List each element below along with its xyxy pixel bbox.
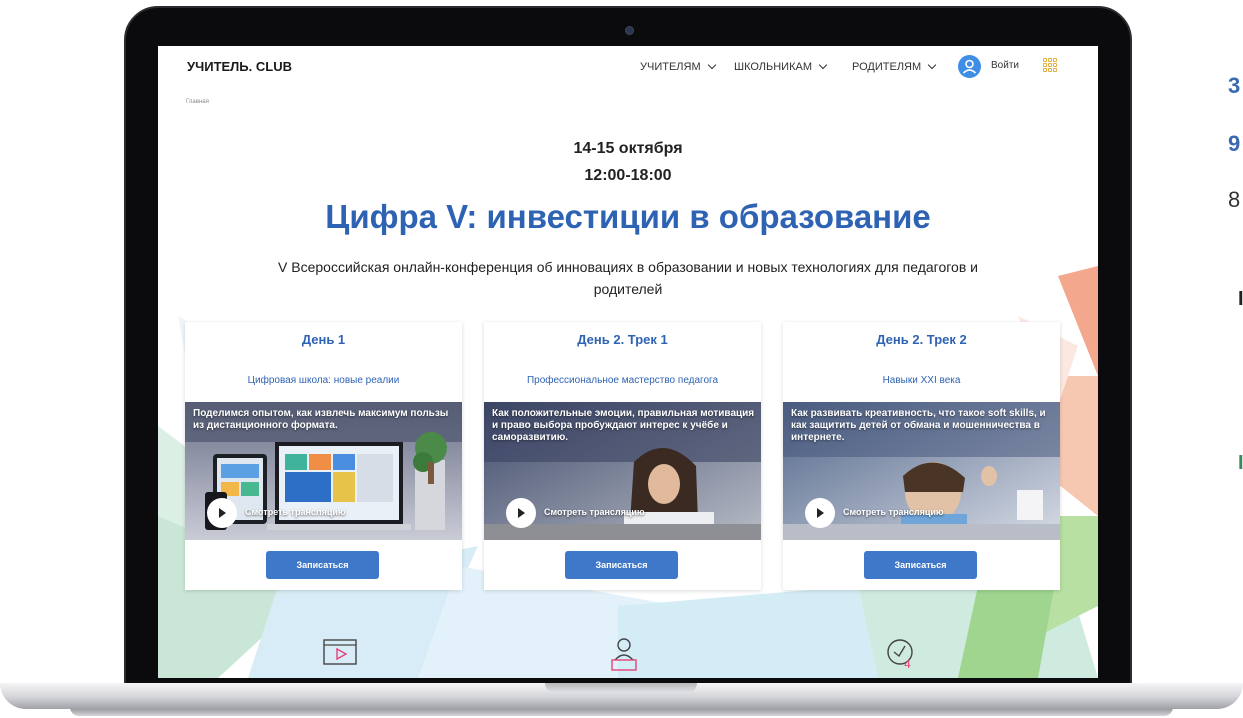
event-time: 12:00-18:00 [584,167,672,184]
apps-grid-icon[interactable] [1043,58,1057,72]
signup-button[interactable]: Записаться [266,551,379,579]
nav-parents-label: РОДИТЕЛЯМ [852,61,922,73]
laptop-notch [545,683,697,693]
card-day: День 1 [301,332,346,347]
breadcrumb[interactable]: Главная [186,99,209,105]
card-day: День 2. Трек 1 [577,332,668,347]
laptop-mockup: 3 9 8 I I УЧИТЕЛЬ. CLUB УЧИТЕЛЯМ ШКОЛЬНИ… [0,0,1243,718]
card-theme-link[interactable]: Профессиональное мастерство педагога [484,375,761,386]
side-text-5: I [1238,452,1243,474]
user-icon [962,59,977,74]
signup-button[interactable]: Записаться [864,551,977,579]
watch-stream-link[interactable]: Смотреть трансляцию [544,507,645,517]
site-logo[interactable]: УЧИТЕЛЬ. CLUB [187,59,292,74]
nav-teachers[interactable]: УЧИТЕЛЯМ [640,60,716,73]
teacher-desk-icon [611,638,637,671]
chevron-down-icon [927,60,937,70]
play-icon[interactable] [207,498,237,528]
login-link[interactable]: Войти [991,60,1019,71]
page-title: Цифра V: инвестиции в образование [325,198,931,235]
track-card-day1: День 1 Цифровая школа: новые реалии Поде… [185,322,462,590]
camera-icon [625,26,634,35]
svg-text:4: 4 [904,658,911,670]
user-avatar-icon[interactable] [958,55,981,78]
track-card-day2-track2: День 2. Трек 2 Навыки XXI века Как разви… [783,322,1060,590]
nav-teachers-label: УЧИТЕЛЯМ [640,61,701,73]
card-image-laptop: Поделимся опытом, как извлечь максимум п… [185,402,462,540]
play-icon[interactable] [506,498,536,528]
play-icon[interactable] [805,498,835,528]
card-theme-link[interactable]: Цифровая школа: новые реалии [185,375,462,386]
card-image-woman: Как положительные эмоции, правильная мот… [484,402,761,540]
watch-stream-link[interactable]: Смотреть трансляцию [843,507,944,517]
clock-24-icon: 4 [887,639,913,670]
side-text-1: 3 [1228,73,1241,98]
website-screen: УЧИТЕЛЬ. CLUB УЧИТЕЛЯМ ШКОЛЬНИКАМ РОДИТЕ… [158,46,1098,678]
side-text-2: 9 [1228,131,1241,156]
nav-students[interactable]: ШКОЛЬНИКАМ [734,60,828,73]
chevron-down-icon [707,60,716,70]
event-dates: 14-15 октября [573,140,683,157]
card-day: День 2. Трек 2 [876,332,967,347]
card-description: Поделимся опытом, как извлечь максимум п… [193,408,449,431]
page-subtitle: V Всероссийская онлайн-конференция об ин… [278,259,978,297]
track-card-day2-track1: День 2. Трек 1 Профессиональное мастерст… [484,322,761,590]
side-text-3: 8 [1228,187,1241,212]
card-description: Как положительные эмоции, правильная мот… [492,408,755,443]
video-icon [323,639,357,665]
watch-stream-link[interactable]: Смотреть трансляцию [245,507,346,517]
side-text-4: I [1238,288,1243,310]
top-navigation-bar: УЧИТЕЛЬ. CLUB УЧИТЕЛЯМ ШКОЛЬНИКАМ РОДИТЕ… [158,46,1098,88]
card-theme-link[interactable]: Навыки XXI века [783,375,1060,386]
card-image-child: Как развивать креативность, что такое so… [783,402,1060,540]
chevron-down-icon [818,60,828,70]
nav-parents[interactable]: РОДИТЕЛЯМ [852,60,937,73]
nav-students-label: ШКОЛЬНИКАМ [734,61,812,73]
signup-button[interactable]: Записаться [565,551,678,579]
card-description: Как развивать креативность, что такое so… [791,408,1046,443]
